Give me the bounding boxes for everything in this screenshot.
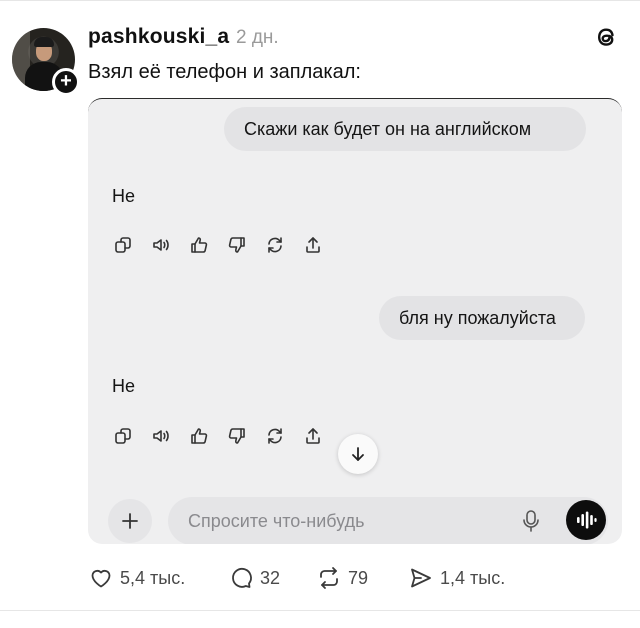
- voice-mode-button[interactable]: [566, 500, 606, 540]
- message-actions: [113, 235, 323, 257]
- send-button[interactable]: 1,4 тыс.: [408, 564, 505, 592]
- attach-button[interactable]: [108, 499, 152, 543]
- chat-screenshot[interactable]: Скажи как будет он на английском Не бля …: [88, 98, 622, 544]
- repost-count: 79: [348, 567, 369, 588]
- engagement-bar: 5,4 тыс. 32 79 1,4 тыс.: [88, 564, 608, 592]
- send-icon: [411, 568, 431, 588]
- plus-icon: [122, 513, 138, 529]
- top-divider: [0, 0, 640, 1]
- comment-count: 32: [260, 567, 281, 588]
- follow-button[interactable]: +: [52, 68, 80, 96]
- like-count: 5,4 тыс.: [120, 567, 186, 588]
- username[interactable]: pashkouski_a: [88, 25, 229, 49]
- scroll-down-button[interactable]: [338, 434, 378, 474]
- assistant-reply: Не: [112, 376, 136, 396]
- avatar-beanie: [34, 37, 54, 47]
- share-icon[interactable]: [303, 426, 323, 446]
- microphone-icon[interactable]: [520, 509, 542, 533]
- message-input-placeholder: Спросите что-нибудь: [188, 511, 365, 531]
- share-count: 1,4 тыс.: [440, 567, 506, 588]
- speaker-icon[interactable]: [151, 235, 171, 255]
- thumbs-down-icon[interactable]: [227, 426, 247, 446]
- voice-mode-icon: [577, 511, 597, 529]
- like-button[interactable]: 5,4 тыс.: [88, 564, 185, 592]
- thumbs-up-icon[interactable]: [189, 426, 209, 446]
- bottom-divider: [0, 610, 640, 611]
- repost-icon: [320, 567, 338, 589]
- assistant-reply: Не: [112, 186, 136, 206]
- message-input[interactable]: Спросите что-нибудь: [168, 497, 608, 544]
- thumbs-down-icon[interactable]: [227, 235, 247, 255]
- comment-button[interactable]: 32: [228, 564, 280, 592]
- copy-icon[interactable]: [113, 235, 133, 255]
- post-text: Взял её телефон и заплакал:: [88, 61, 361, 83]
- arrow-down-icon: [352, 447, 364, 461]
- comment-icon: [232, 567, 252, 588]
- plus-icon: +: [60, 70, 72, 92]
- repost-button[interactable]: 79: [316, 564, 368, 592]
- threads-logo-icon[interactable]: [593, 24, 619, 50]
- message-actions: [113, 426, 323, 448]
- user-message-bubble: Скажи как будет он на английском: [224, 107, 586, 151]
- post-time: 2 дн.: [236, 27, 279, 48]
- thumbs-up-icon[interactable]: [189, 235, 209, 255]
- copy-icon[interactable]: [113, 426, 133, 446]
- share-icon[interactable]: [303, 235, 323, 255]
- regenerate-icon[interactable]: [265, 426, 285, 446]
- speaker-icon[interactable]: [151, 426, 171, 446]
- heart-icon: [91, 570, 111, 588]
- user-message-bubble: бля ну пожалуйста: [379, 296, 585, 340]
- regenerate-icon[interactable]: [265, 235, 285, 255]
